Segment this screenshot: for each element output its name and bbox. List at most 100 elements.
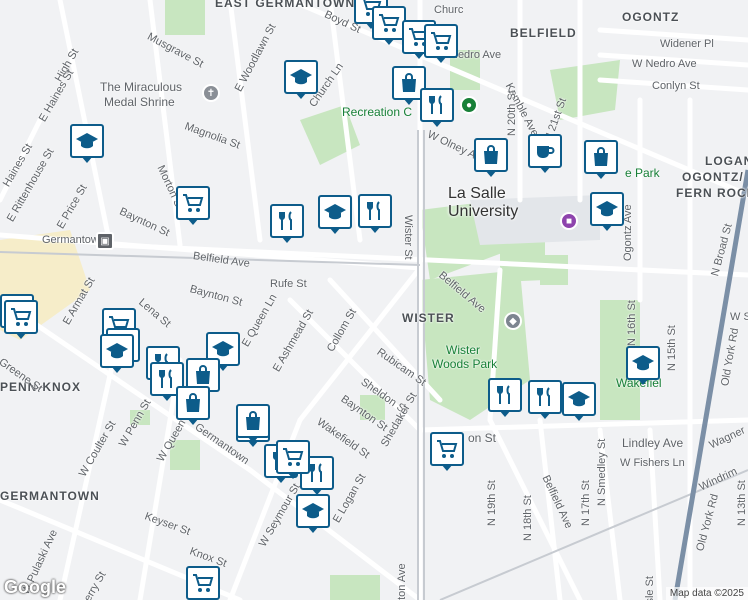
street-n-18th: N 18th St — [522, 495, 534, 541]
coffee-marker[interactable] — [528, 134, 562, 174]
church-icon: ✝ — [202, 84, 220, 102]
school-icon — [318, 195, 352, 229]
grocery-cart-icon — [176, 186, 210, 220]
street-n-13th: N 13th St — [736, 480, 748, 526]
restaurant-marker[interactable] — [420, 88, 454, 128]
street-widener: Widener Pl — [660, 38, 714, 50]
university-icon: ■ — [560, 212, 578, 230]
shopping-bag-icon — [236, 404, 270, 438]
street-enton: nton Ave — [396, 563, 408, 600]
school-marker[interactable] — [296, 494, 330, 534]
street-w-s: W S — [730, 311, 748, 323]
school-marker[interactable] — [100, 334, 134, 374]
school-marker[interactable] — [70, 124, 104, 164]
label-germantown: GERMANTOWN — [0, 489, 100, 503]
grocery-cart-icon — [372, 6, 406, 40]
street-n-19th: N 19th St — [486, 480, 498, 526]
marker-pointer — [601, 224, 613, 231]
restaurant-icon — [488, 378, 522, 412]
marker-pointer — [161, 394, 173, 401]
marker-pointer — [539, 166, 551, 173]
street-w-nedro: W Nedro Ave — [632, 58, 697, 70]
school-marker[interactable] — [562, 382, 596, 422]
grocery-cart-marker[interactable] — [176, 186, 210, 226]
marker-pointer — [247, 436, 259, 443]
map-attribution[interactable]: Map data ©2025 — [665, 587, 748, 600]
grocery-cart-icon — [186, 566, 220, 600]
label-ogontz-fern: OGONTZ/ — [682, 170, 744, 184]
label-la-salle: La Salle — [448, 185, 506, 202]
street-conlyn: Conlyn St — [652, 80, 700, 92]
coffee-icon — [528, 134, 562, 168]
grocery-cart-marker[interactable] — [186, 566, 220, 600]
school-icon — [100, 334, 134, 368]
shopping-bag-marker[interactable] — [236, 404, 270, 444]
school-marker[interactable] — [590, 192, 624, 232]
grocery-cart-marker[interactable] — [4, 300, 38, 340]
school-icon — [562, 382, 596, 416]
label-logan: LOGAN/ — [705, 154, 748, 168]
street-n-16th: N 16th St — [626, 300, 638, 346]
school-marker[interactable] — [318, 195, 352, 235]
shopping-bag-marker[interactable] — [474, 138, 508, 178]
label-shrine-2: Medal Shrine — [104, 95, 175, 109]
train-station-icon: ▣ — [96, 232, 114, 250]
shopping-bag-icon — [176, 386, 210, 420]
marker-pointer — [329, 227, 341, 234]
grocery-cart-marker[interactable] — [276, 440, 310, 480]
marker-pointer — [187, 418, 199, 425]
street-n-smedley: N Smedley St — [596, 438, 608, 506]
label-university: University — [448, 203, 519, 220]
grocery-cart-marker[interactable] — [424, 24, 458, 64]
school-marker[interactable] — [626, 346, 660, 386]
grocery-cart-icon — [424, 24, 458, 58]
school-icon — [626, 346, 660, 380]
marker-pointer — [281, 236, 293, 243]
school-icon — [70, 124, 104, 158]
grocery-cart-marker[interactable] — [430, 432, 464, 472]
school-icon — [284, 60, 318, 94]
restaurant-marker[interactable] — [528, 380, 562, 420]
marker-pointer — [403, 98, 415, 105]
marker-pointer — [369, 226, 381, 233]
restaurant-marker[interactable] — [358, 194, 392, 234]
school-icon — [296, 494, 330, 528]
label-fern-rock: FERN ROCK — [676, 186, 748, 200]
label-east-germantown: EAST GERMANTOWN — [215, 0, 356, 10]
shopping-bag-marker[interactable] — [584, 140, 618, 180]
marker-pointer — [573, 414, 585, 421]
marker-pointer — [431, 120, 443, 127]
label-shrine-1: The Miraculous — [100, 80, 183, 94]
n-broad-st-line — [672, 169, 748, 600]
restaurant-icon — [270, 204, 304, 238]
street-olney-st: on St — [468, 431, 497, 445]
map-canvas[interactable]: EAST GERMANTOWN BELFIELD OGONTZ LOGAN/ O… — [0, 0, 748, 600]
street-isle: isle St — [644, 576, 656, 600]
street-rufe: Rufe St — [270, 278, 307, 290]
marker-pointer — [187, 218, 199, 225]
label-wister-woods-park: Woods Park — [432, 357, 498, 371]
grocery-cart-icon — [4, 300, 38, 334]
marker-pointer — [111, 366, 123, 373]
street-n-17th: N 17th St — [580, 480, 592, 526]
restaurant-marker[interactable] — [270, 204, 304, 244]
landmark-icon: ◆ — [504, 312, 522, 330]
marker-pointer — [595, 172, 607, 179]
marker-pointer — [441, 464, 453, 471]
restaurant-marker[interactable] — [488, 378, 522, 418]
street-lindley: Lindley Ave — [622, 436, 684, 450]
park-pin-icon: ● — [460, 96, 478, 114]
marker-pointer — [287, 472, 299, 479]
label-wister: WISTER — [402, 311, 455, 325]
restaurant-icon — [528, 380, 562, 414]
restaurant-icon — [420, 88, 454, 122]
shopping-bag-icon — [584, 140, 618, 174]
grocery-cart-marker[interactable] — [372, 6, 406, 46]
restaurant-icon — [358, 194, 392, 228]
marker-pointer — [307, 526, 319, 533]
label-ogontz: OGONTZ — [622, 10, 680, 24]
shopping-bag-marker[interactable] — [176, 386, 210, 426]
label-fern-park: e Park — [625, 166, 660, 180]
marker-pointer — [539, 412, 551, 419]
school-marker[interactable] — [284, 60, 318, 100]
